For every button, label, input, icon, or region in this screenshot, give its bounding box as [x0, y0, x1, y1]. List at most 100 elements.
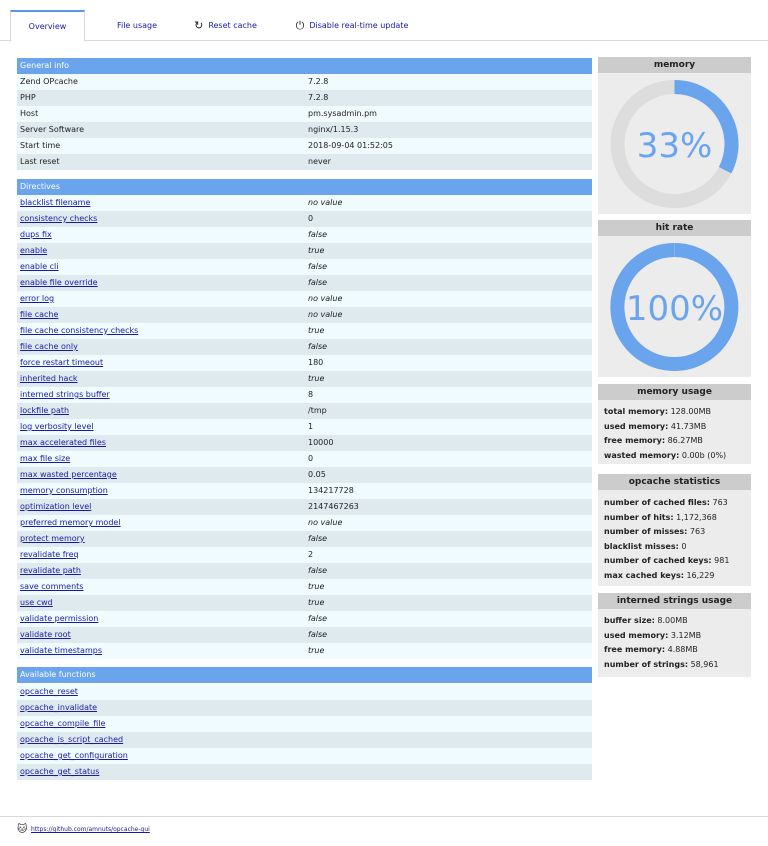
function-link[interactable]: opcache_get_status	[20, 764, 99, 780]
stat-label: free memory:	[604, 645, 666, 654]
directive-row: enable true	[17, 243, 592, 259]
disable-realtime-button[interactable]: ⏻ Disable real-time update	[288, 10, 416, 41]
stat-label: max cached keys:	[604, 570, 684, 580]
row-value: 10000	[308, 438, 334, 447]
row-value: false	[308, 534, 328, 543]
memory-usage-title: memory usage	[598, 384, 751, 400]
power-icon: ⏻	[295, 19, 305, 32]
directive-row: validate root false	[17, 627, 592, 643]
row-value: true	[308, 326, 325, 335]
directive-row: blacklist filename no value	[17, 195, 592, 211]
directive-row: preferred memory model no value	[17, 515, 592, 531]
directive-link[interactable]: interned strings buffer	[20, 387, 110, 403]
directive-link[interactable]: max wasted percentage	[20, 467, 117, 483]
directive-link[interactable]: max accelerated files	[20, 435, 106, 451]
stat-line: number of misses: 763	[604, 527, 705, 537]
directive-link[interactable]: file cache only	[20, 339, 78, 355]
stat-value: 763	[712, 498, 728, 507]
directive-link[interactable]: validate timestamps	[20, 643, 102, 659]
stat-line: free memory: 4.88MB	[604, 645, 698, 655]
directive-row: force restart timeout 180	[17, 355, 592, 371]
general-info-row: Server Software nginx/1.15.3	[17, 122, 592, 138]
directive-link[interactable]: force restart timeout	[20, 355, 103, 371]
directive-link[interactable]: validate root	[20, 627, 71, 643]
directive-link[interactable]: save comments	[20, 579, 83, 595]
directive-link[interactable]: optimization level	[20, 499, 91, 515]
directive-link[interactable]: protect memory	[20, 531, 85, 547]
row-value: false	[308, 342, 328, 351]
row-value: 180	[308, 358, 324, 367]
row-value: false	[308, 566, 328, 575]
directive-link[interactable]: memory consumption	[20, 483, 108, 499]
row-value: true	[308, 246, 325, 255]
row-value: false	[308, 614, 328, 623]
stat-label: number of cached keys:	[604, 556, 712, 565]
memory-gauge-title: memory	[598, 57, 751, 73]
stat-value: 86.27MB	[667, 436, 703, 445]
directive-link[interactable]: enable	[20, 243, 47, 259]
github-link[interactable]: https://github.com/amnuts/opcache-gui	[31, 826, 150, 833]
directive-link[interactable]: revalidate path	[20, 563, 81, 579]
stat-value: 3.12MB	[670, 630, 702, 640]
directive-link[interactable]: file cache	[20, 307, 58, 323]
directive-link[interactable]: blacklist filename	[20, 195, 90, 211]
row-key: Server Software	[20, 125, 85, 134]
opcache-stats-panel: number of cached files: 763 number of hit…	[598, 490, 751, 586]
stat-label: used memory:	[604, 421, 669, 431]
function-link[interactable]: opcache_get_configuration	[20, 748, 128, 764]
directive-link[interactable]: revalidate freq	[20, 547, 79, 563]
directive-row: file cache consistency checks true	[17, 323, 592, 339]
function-row: opcache_compile_file	[17, 716, 592, 732]
row-value: true	[308, 646, 325, 655]
stat-label: number of strings:	[604, 659, 689, 669]
directive-link[interactable]: consistency checks	[20, 211, 97, 227]
directive-link[interactable]: lockfile path	[20, 403, 69, 419]
function-row: opcache_get_configuration	[17, 748, 592, 764]
opcache-stats-title: opcache statistics	[598, 474, 751, 490]
directive-row: error log no value	[17, 291, 592, 307]
directive-link[interactable]: enable file override	[20, 275, 98, 291]
general-info-header: General info	[17, 58, 592, 74]
directive-link[interactable]: inherited hack	[20, 371, 77, 387]
row-key: Host	[20, 109, 39, 118]
stat-label: used memory:	[604, 630, 669, 640]
function-link[interactable]: opcache_is_script_cached	[20, 732, 123, 748]
row-value: true	[308, 582, 325, 591]
function-row: opcache_is_script_cached	[17, 732, 592, 748]
tab-file-usage[interactable]: File usage	[108, 10, 166, 41]
directive-link[interactable]: dups fix	[20, 227, 52, 243]
function-link[interactable]: opcache_reset	[20, 684, 78, 700]
tab-overview[interactable]: Overview	[10, 10, 85, 42]
directive-link[interactable]: error log	[20, 291, 54, 307]
reset-cache-button[interactable]: ↻ Reset cache	[188, 10, 263, 41]
disable-realtime-label: Disable real-time update	[309, 21, 409, 30]
row-key: Last reset	[20, 157, 60, 166]
stat-value: 8.00MB	[657, 616, 688, 625]
directive-row: interned strings buffer 8	[17, 387, 592, 403]
function-link[interactable]: opcache_invalidate	[20, 700, 97, 716]
row-value: 8	[308, 390, 314, 399]
stat-label: free memory:	[604, 436, 666, 445]
memory-usage-panel: total memory: 128.00MB used memory: 41.73…	[598, 400, 751, 464]
directive-link[interactable]: enable cli	[20, 259, 59, 275]
reset-cache-label: Reset cache	[208, 21, 257, 30]
row-value: 1	[308, 422, 314, 431]
directive-row: dups fix false	[17, 227, 592, 243]
directive-row: enable file override false	[17, 275, 592, 291]
function-link[interactable]: opcache_compile_file	[20, 716, 105, 732]
functions-header: Available functions	[17, 667, 592, 683]
directive-link[interactable]: preferred memory model	[20, 515, 121, 531]
directive-link[interactable]: file cache consistency checks	[20, 323, 138, 339]
directive-link[interactable]: log verbosity level	[20, 419, 93, 435]
refresh-icon: ↻	[194, 19, 204, 32]
row-value: no value	[308, 198, 343, 207]
tab-bar: Overview File usage ↻ Reset cache ⏻ Disabl…	[0, 0, 768, 42]
directive-link[interactable]: max file size	[20, 451, 70, 467]
directive-link[interactable]: use cwd	[20, 595, 53, 611]
row-value: true	[308, 598, 325, 607]
hitrate-gauge-label: 100%	[626, 289, 723, 329]
stat-value: 0	[681, 541, 687, 551]
row-value: nginx/1.15.3	[308, 125, 359, 134]
directive-link[interactable]: validate permission	[20, 611, 98, 627]
interned-strings-panel: buffer size: 8.00MB used memory: 3.12MB fr…	[598, 609, 751, 677]
